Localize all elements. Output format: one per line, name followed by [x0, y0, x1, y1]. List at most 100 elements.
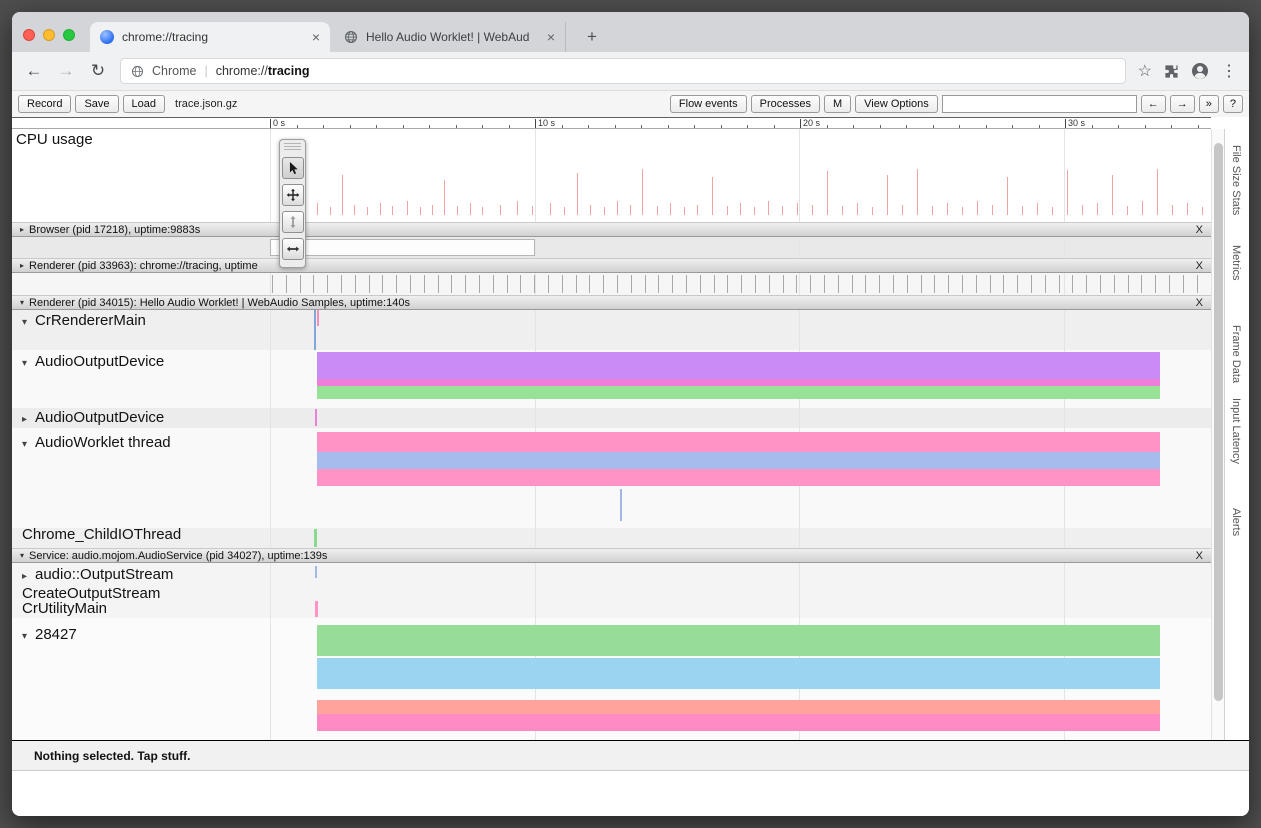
- palette-grip-handle[interactable]: [284, 143, 301, 152]
- flow-events-button[interactable]: Flow events: [670, 95, 747, 113]
- process-header[interactable]: ▾ Renderer (pid 34015): Hello Audio Workl…: [12, 295, 1211, 310]
- help-button[interactable]: ?: [1223, 95, 1243, 113]
- trace-slice[interactable]: [317, 700, 1160, 714]
- thread-label[interactable]: ▾AudioOutputDevice: [22, 353, 164, 372]
- trace-event[interactable]: [315, 566, 317, 578]
- thread-label[interactable]: CrUtilityMain: [22, 600, 107, 617]
- bookmark-star-icon[interactable]: ☆: [1138, 61, 1152, 81]
- tab-close-icon[interactable]: ×: [312, 29, 320, 45]
- thread-label[interactable]: Chrome_ChildIOThread: [22, 526, 181, 543]
- trace-slice[interactable]: [317, 658, 1160, 689]
- timing-tool-button[interactable]: [282, 238, 304, 260]
- cpu-spike: [1142, 201, 1143, 215]
- trace-event[interactable]: [314, 529, 317, 547]
- event-tick: [1141, 275, 1142, 293]
- trace-slice[interactable]: [317, 386, 1160, 399]
- search-input[interactable]: [942, 95, 1137, 113]
- expand-arrow-icon[interactable]: ▾: [20, 551, 24, 560]
- tab-audio-worklet[interactable]: Hello Audio Worklet! | WebAud ×: [334, 22, 566, 52]
- cpu-spike: [727, 206, 728, 215]
- find-prev-button[interactable]: ←: [1141, 95, 1166, 113]
- expand-arrow-icon[interactable]: ▾: [20, 298, 24, 307]
- thread-label[interactable]: ▾28427: [22, 626, 77, 645]
- trace-slice[interactable]: [317, 625, 1160, 656]
- trace-content[interactable]: CPU usage ▸Browser (pid 17218), uptime:9…: [12, 129, 1211, 740]
- menu-dots-icon[interactable]: ⋮: [1221, 61, 1237, 81]
- expand-arrow-icon[interactable]: ▸: [22, 411, 35, 428]
- zoom-tool-button[interactable]: [282, 211, 304, 233]
- titlebar: chrome://tracing × Hello Audio Worklet! …: [12, 12, 1249, 52]
- process-header[interactable]: ▾Service: audio.mojom.AudioService (pid …: [12, 548, 1211, 563]
- thread-label[interactable]: ▸audio::OutputStream CreateOutputStream: [22, 566, 173, 602]
- zoom-window-button[interactable]: [63, 29, 75, 41]
- tab-close-icon[interactable]: ×: [547, 29, 555, 45]
- thread-label[interactable]: ▾CrRendererMain: [22, 312, 146, 331]
- vertical-scrollbar[interactable]: [1211, 129, 1224, 740]
- process-header[interactable]: ▸Browser (pid 17218), uptime:9883sX: [12, 222, 1211, 237]
- trace-event[interactable]: [315, 601, 318, 617]
- pan-tool-button[interactable]: [282, 184, 304, 206]
- expand-arrow-icon[interactable]: ▾: [22, 628, 35, 645]
- tab-metrics[interactable]: Metrics: [1230, 245, 1242, 280]
- trace-event[interactable]: [620, 489, 622, 521]
- cpu-spike: [642, 169, 643, 215]
- close-process-button[interactable]: X: [1196, 297, 1203, 309]
- trace-slice[interactable]: [317, 714, 1160, 731]
- process-header[interactable]: ▸Renderer (pid 33963): chrome://tracing,…: [12, 258, 1211, 273]
- trace-event[interactable]: [314, 310, 316, 350]
- reload-icon[interactable]: ↻: [88, 61, 108, 81]
- more-button[interactable]: »: [1199, 95, 1219, 113]
- expand-arrow-icon[interactable]: ▸: [20, 225, 24, 234]
- close-window-button[interactable]: [23, 29, 35, 41]
- tab-tracing[interactable]: chrome://tracing ×: [90, 22, 330, 52]
- load-button[interactable]: Load: [123, 95, 165, 113]
- close-process-button[interactable]: X: [1196, 260, 1203, 272]
- find-next-button[interactable]: →: [1170, 95, 1195, 113]
- ruler-tick: [456, 125, 457, 128]
- thread-label[interactable]: ▸AudioOutputDevice: [22, 409, 164, 428]
- side-panel-tabs: File Size Stats Metrics Frame Data Input…: [1224, 129, 1249, 740]
- expand-arrow-icon[interactable]: ▾: [22, 355, 35, 372]
- omnibox[interactable]: Chrome | chrome://tracing: [120, 58, 1126, 84]
- event-tick: [700, 275, 701, 293]
- close-process-button[interactable]: X: [1196, 224, 1203, 236]
- trace-slice[interactable]: [317, 469, 1160, 486]
- tab-frame-data[interactable]: Frame Data: [1230, 325, 1242, 383]
- view-options-button[interactable]: View Options: [855, 95, 938, 113]
- back-icon[interactable]: ←: [24, 61, 44, 81]
- event-tick: [934, 275, 935, 293]
- scrollbar-thumb[interactable]: [1214, 143, 1223, 701]
- thread-label[interactable]: ▾AudioWorklet thread: [22, 434, 171, 453]
- processes-button[interactable]: Processes: [751, 95, 820, 113]
- event-tick: [672, 275, 673, 293]
- forward-icon[interactable]: →: [56, 61, 76, 81]
- save-button[interactable]: Save: [75, 95, 118, 113]
- trace-event[interactable]: [315, 409, 317, 426]
- tab-input-latency[interactable]: Input Latency: [1230, 398, 1242, 464]
- event-tick: [714, 275, 715, 293]
- close-process-button[interactable]: X: [1196, 550, 1203, 562]
- minimize-window-button[interactable]: [43, 29, 55, 41]
- ruler-label: 30 s: [1068, 118, 1085, 129]
- tab-file-size-stats[interactable]: File Size Stats: [1230, 145, 1242, 215]
- new-tab-button[interactable]: +: [578, 24, 606, 50]
- profile-avatar[interactable]: [1191, 62, 1209, 80]
- event-tick: [879, 275, 880, 293]
- trace-slice[interactable]: [317, 432, 1160, 452]
- record-button[interactable]: Record: [18, 95, 71, 113]
- expand-arrow-icon[interactable]: ▸: [22, 568, 35, 585]
- expand-arrow-icon[interactable]: ▸: [20, 261, 24, 270]
- select-tool-button[interactable]: [282, 157, 304, 179]
- m-button[interactable]: M: [824, 95, 851, 113]
- extension-puzzle-icon[interactable]: [1164, 64, 1179, 79]
- trace-slice[interactable]: [317, 452, 1160, 469]
- trace-event[interactable]: [317, 310, 319, 326]
- track-row: [12, 600, 1211, 618]
- track-row: [12, 129, 1211, 222]
- process-header-label: Renderer (pid 34015): Hello Audio Workle…: [29, 297, 410, 309]
- expand-arrow-icon[interactable]: ▾: [22, 436, 35, 453]
- expand-arrow-icon[interactable]: ▾: [22, 314, 35, 331]
- trace-slice[interactable]: [317, 352, 1160, 379]
- trace-slice[interactable]: [317, 379, 1160, 386]
- tab-alerts[interactable]: Alerts: [1230, 508, 1242, 536]
